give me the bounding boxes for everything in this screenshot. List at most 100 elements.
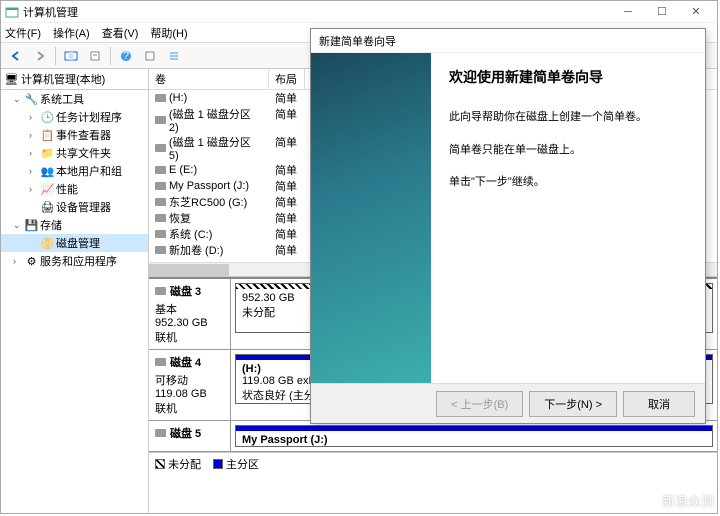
volume-icon xyxy=(155,116,166,124)
volume-name: My Passport (J:) xyxy=(169,180,249,192)
menu-view[interactable]: 查看(V) xyxy=(102,25,139,41)
scroll-thumb[interactable] xyxy=(149,264,229,276)
disk-info: 磁盘 3 基本 952.30 GB 联机 xyxy=(149,279,231,349)
expander-icon[interactable]: ⌄ xyxy=(13,220,23,231)
volume-layout: 简单 xyxy=(269,162,305,178)
titlebar: 计算机管理 ─ ☐ ✕ xyxy=(1,1,717,23)
minimize-button[interactable]: ─ xyxy=(611,2,645,22)
volume-layout: 简单 xyxy=(269,210,305,226)
volume-name: 恢复 xyxy=(169,210,191,226)
tree-device-manager[interactable]: 🖨设备管理器 xyxy=(1,198,148,216)
next-button[interactable]: 下一步(N) > xyxy=(529,391,617,417)
device-icon: 🖨 xyxy=(41,201,54,214)
window-title: 计算机管理 xyxy=(23,4,611,20)
window-controls: ─ ☐ ✕ xyxy=(611,2,713,22)
clock-icon: 🕒 xyxy=(41,111,54,124)
disk-icon xyxy=(155,287,166,295)
tree-task-scheduler[interactable]: ›🕒任务计划程序 xyxy=(1,108,148,126)
tree-system-tools[interactable]: ⌄🔧系统工具 xyxy=(1,90,148,108)
tree-shared-folders[interactable]: ›📁共享文件夹 xyxy=(1,144,148,162)
volume-name: 东芝RC500 (G:) xyxy=(169,194,247,210)
back-button: < 上一步(B) xyxy=(436,391,523,417)
volume-name: 系统 (C:) xyxy=(169,226,212,242)
legend-swatch-primary xyxy=(213,459,223,469)
volume-name: (H:) xyxy=(169,92,187,104)
volume-icon xyxy=(155,230,166,238)
folder-icon: 📁 xyxy=(41,147,54,160)
volume-icon xyxy=(155,198,166,206)
close-button[interactable]: ✕ xyxy=(679,2,713,22)
wizard-content: 欢迎使用新建简单卷向导 此向导帮助你在磁盘上创建一个简单卷。 简单卷只能在单一磁… xyxy=(431,53,705,383)
up-button[interactable] xyxy=(60,45,82,67)
disk-icon xyxy=(155,358,166,366)
tree-disk-management[interactable]: 📀磁盘管理 xyxy=(1,234,148,252)
tree-root[interactable]: 🖥 计算机管理(本地) xyxy=(1,69,148,90)
disk-info: 磁盘 4 可移动 119.08 GB 联机 xyxy=(149,350,231,420)
col-volume[interactable]: 卷 xyxy=(149,69,269,89)
wizard-heading: 欢迎使用新建简单卷向导 xyxy=(449,67,687,87)
menu-action[interactable]: 操作(A) xyxy=(53,25,90,41)
cancel-button[interactable]: 取消 xyxy=(623,391,695,417)
volume-icon xyxy=(155,182,166,190)
volume-layout: 简单 xyxy=(269,226,305,242)
volume-icon xyxy=(155,214,166,222)
volume-name: 新加卷 (D:) xyxy=(169,242,223,258)
menu-help[interactable]: 帮助(H) xyxy=(150,25,187,41)
disk-icon xyxy=(155,429,166,437)
volume-layout: 简单 xyxy=(269,106,305,134)
properties-button[interactable] xyxy=(84,45,106,67)
legend-unallocated: 未分配 xyxy=(155,456,201,472)
watermark: 新浪众测 xyxy=(662,491,714,510)
back-button[interactable] xyxy=(5,45,27,67)
disk-panel-5[interactable]: 磁盘 5 My Passport (J:) xyxy=(149,421,717,452)
volume-layout: 简单 xyxy=(269,242,305,258)
expander-icon[interactable]: ⌄ xyxy=(13,94,23,105)
volume-name: E (E:) xyxy=(169,164,197,176)
wizard-text: 此向导帮助你在磁盘上创建一个简单卷。 xyxy=(449,109,687,126)
disk-info: 磁盘 5 xyxy=(149,421,231,451)
wizard-sidebar-graphic xyxy=(311,53,431,383)
maximize-button[interactable]: ☐ xyxy=(645,2,679,22)
volume-icon xyxy=(155,166,166,174)
refresh-button[interactable] xyxy=(139,45,161,67)
legend-swatch-hatched xyxy=(155,459,165,469)
forward-button[interactable] xyxy=(29,45,51,67)
wrench-icon: 🔧 xyxy=(25,93,38,106)
users-icon: 👥 xyxy=(41,165,54,178)
wizard-title: 新建简单卷向导 xyxy=(311,29,705,53)
tree-services[interactable]: ›⚙服务和应用程序 xyxy=(1,252,148,270)
svg-text:?: ? xyxy=(123,50,129,62)
computer-icon: 🖥 xyxy=(5,73,18,86)
app-icon xyxy=(5,5,19,19)
services-icon: ⚙ xyxy=(25,255,38,268)
volume-name: (磁盘 1 磁盘分区 2) xyxy=(169,106,263,134)
wizard-buttons: < 上一步(B) 下一步(N) > 取消 xyxy=(311,383,705,423)
tree-event-viewer[interactable]: ›📋事件查看器 xyxy=(1,126,148,144)
legend-primary: 主分区 xyxy=(213,456,259,472)
nav-tree: 🖥 计算机管理(本地) ⌄🔧系统工具 ›🕒任务计划程序 ›📋事件查看器 ›📁共享… xyxy=(1,69,149,513)
wizard-text: 单击"下一步"继续。 xyxy=(449,174,687,191)
partition-primary[interactable]: My Passport (J:) xyxy=(235,425,713,447)
volume-layout: 简单 xyxy=(269,194,305,210)
tree-performance[interactable]: ›📈性能 xyxy=(1,180,148,198)
event-icon: 📋 xyxy=(41,129,54,142)
volume-icon xyxy=(155,246,166,254)
volume-name: (磁盘 1 磁盘分区 5) xyxy=(169,134,263,162)
tree-storage[interactable]: ⌄💾存储 xyxy=(1,216,148,234)
help-button[interactable]: ? xyxy=(115,45,137,67)
legend: 未分配 主分区 xyxy=(149,452,717,475)
disk-icon: 📀 xyxy=(41,237,54,250)
volume-layout: 简单 xyxy=(269,134,305,162)
disk-graphic: My Passport (J:) xyxy=(231,421,717,451)
volume-icon xyxy=(155,94,166,102)
storage-icon: 💾 xyxy=(25,219,38,232)
col-layout[interactable]: 布局 xyxy=(269,69,305,89)
new-simple-volume-wizard: 新建简单卷向导 欢迎使用新建简单卷向导 此向导帮助你在磁盘上创建一个简单卷。 简… xyxy=(310,28,706,424)
list-button[interactable] xyxy=(163,45,185,67)
perf-icon: 📈 xyxy=(41,183,54,196)
wizard-body: 欢迎使用新建简单卷向导 此向导帮助你在磁盘上创建一个简单卷。 简单卷只能在单一磁… xyxy=(311,53,705,383)
tree-local-users[interactable]: ›👥本地用户和组 xyxy=(1,162,148,180)
volume-layout: 简单 xyxy=(269,90,305,106)
menu-file[interactable]: 文件(F) xyxy=(5,25,41,41)
volume-icon xyxy=(155,144,166,152)
